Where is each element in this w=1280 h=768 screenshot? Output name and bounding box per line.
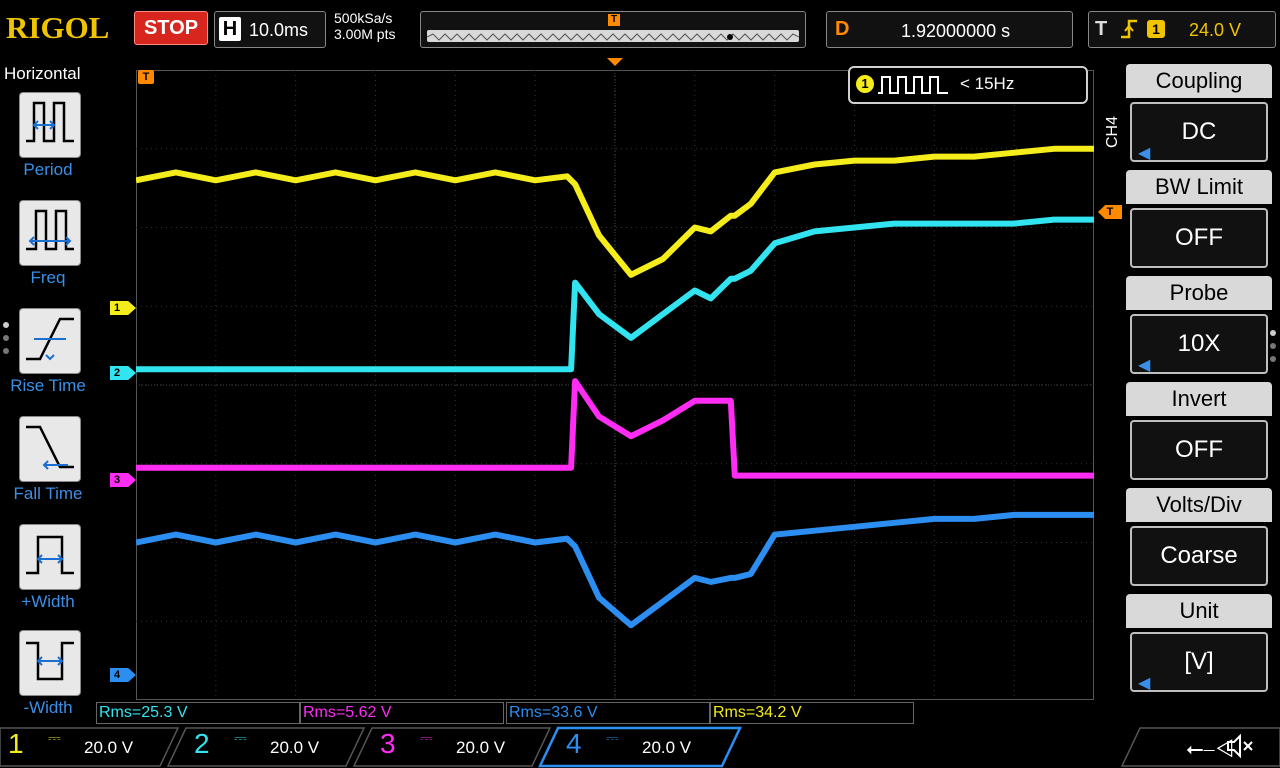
unit-menu[interactable]: Unit ◀ [V] — [1126, 594, 1276, 694]
invert-title: Invert — [1126, 382, 1272, 416]
trigger-position-marker: T — [608, 14, 620, 26]
fall-time-icon — [19, 416, 81, 482]
unit-value[interactable]: ◀ [V] — [1130, 632, 1268, 692]
menu-channel-tag: CH4 — [1104, 115, 1121, 148]
delay-label: D — [835, 18, 850, 40]
probe-title: Probe — [1126, 276, 1272, 310]
period-label: Period — [23, 160, 73, 179]
invert-value[interactable]: OFF — [1130, 420, 1268, 480]
timebase-value: 10.0ms — [249, 20, 309, 40]
measure-rise-time[interactable]: Rise Time — [0, 308, 96, 412]
channel-3-tab[interactable]: 3 ⎓ 20.0 V — [372, 726, 542, 766]
timebase-label: H — [219, 17, 241, 41]
memory-position-bar[interactable]: T — [420, 11, 806, 48]
rise-time-icon — [19, 308, 81, 374]
channel-1-offset-marker[interactable]: 1 — [110, 301, 136, 315]
dc-coupling-icon: ⎓ — [234, 730, 247, 747]
measurement-rms-ch3[interactable]: Rms=5.62 V — [300, 702, 504, 724]
trigger-level-marker[interactable]: T — [1098, 205, 1122, 219]
positive-width-label: +Width — [21, 592, 75, 611]
channel-1-number: 1 — [8, 728, 24, 759]
bw-limit-value[interactable]: OFF — [1130, 208, 1268, 268]
dc-coupling-icon: ⎓ — [48, 730, 61, 747]
rise-time-label: Rise Time — [10, 376, 86, 395]
measure-fall-time[interactable]: Fall Time — [0, 416, 96, 520]
channel-4-offset-marker[interactable]: 4 — [110, 668, 136, 682]
frequency-icon — [19, 200, 81, 266]
trigger-source: 1 — [1147, 20, 1165, 38]
coupling-value[interactable]: ◀ DC — [1130, 102, 1268, 162]
square-wave-icon — [878, 73, 952, 102]
channel-2-offset-marker[interactable]: 2 — [110, 366, 136, 380]
unit-title: Unit — [1126, 594, 1272, 628]
rising-edge-icon — [1119, 17, 1139, 47]
trigger-position-arrow — [607, 58, 623, 66]
memory-preview-wave — [427, 33, 799, 41]
channel-4-scale: 20.0 V — [642, 738, 692, 757]
timebase-box[interactable]: H 10.0ms — [214, 11, 326, 48]
counter-value: < 15Hz — [960, 74, 1015, 93]
trigger-level: 24.0 V — [1189, 20, 1242, 40]
channel-1-scale: 20.0 V — [84, 738, 134, 757]
volts-div-value[interactable]: Coarse — [1130, 526, 1268, 586]
bw-limit-title: BW Limit — [1126, 170, 1272, 204]
measure-positive-width[interactable]: +Width — [0, 524, 96, 628]
volts-div-menu[interactable]: Volts/Div Coarse — [1126, 488, 1276, 588]
measure-period[interactable]: Period — [0, 92, 96, 196]
unit-value-text: [V] — [1184, 648, 1214, 675]
negative-width-icon — [19, 630, 81, 696]
channel-2-scale: 20.0 V — [270, 738, 320, 757]
brand-logo: RIGOL — [6, 10, 110, 45]
channel-4-number: 4 — [566, 728, 582, 759]
measurement-rms-ch1[interactable]: Rms=34.2 V — [710, 702, 914, 724]
trigger-time-marker[interactable]: T — [138, 70, 154, 84]
channel-3-scale: 20.0 V — [456, 738, 506, 757]
measurement-rms-ch2[interactable]: Rms=25.3 V — [96, 702, 300, 724]
left-panel-title: Horizontal — [4, 64, 81, 83]
measure-negative-width[interactable]: -Width — [0, 630, 96, 734]
fall-time-label: Fall Time — [13, 484, 83, 503]
bw-limit-menu[interactable]: BW Limit OFF — [1126, 170, 1276, 270]
coupling-value-text: DC — [1181, 118, 1217, 145]
coupling-title: Coupling — [1126, 64, 1272, 98]
channel-3-number: 3 — [380, 728, 396, 759]
frequency-counter-box[interactable]: 1 < 15Hz — [848, 66, 1088, 104]
graticule — [136, 70, 1094, 700]
trigger-label: T — [1095, 18, 1108, 40]
positive-width-icon — [19, 524, 81, 590]
memory-depth: 3.00M pts — [334, 26, 396, 42]
counter-source: 1 — [856, 75, 874, 93]
trigger-box[interactable]: T 1 24.0 V — [1088, 11, 1276, 48]
measurement-rms-ch4[interactable]: Rms=33.6 V — [506, 702, 710, 724]
waveform-display[interactable] — [136, 70, 1094, 700]
coupling-menu[interactable]: Coupling ◀ DC — [1126, 64, 1276, 164]
volts-div-title: Volts/Div — [1126, 488, 1272, 522]
delay-box[interactable]: D 1.92000000 s — [826, 11, 1073, 48]
measure-frequency[interactable]: Freq — [0, 200, 96, 304]
channel-3-offset-marker[interactable]: 3 — [110, 473, 136, 487]
probe-value-text: 10X — [1177, 330, 1221, 357]
dc-coupling-icon: ⎓ — [606, 730, 619, 747]
channel-2-tab[interactable]: 2 ⎓ 20.0 V — [186, 726, 356, 766]
channel-1-tab[interactable]: 1 ⎓ 20.0 V — [0, 726, 170, 766]
period-icon — [19, 92, 81, 158]
invert-menu[interactable]: Invert OFF — [1126, 382, 1276, 482]
probe-menu[interactable]: Probe ◀ 10X — [1126, 276, 1276, 376]
probe-value[interactable]: ◀ 10X — [1130, 314, 1268, 374]
dc-coupling-icon: ⎓ — [420, 730, 433, 747]
negative-width-label: -Width — [23, 698, 73, 717]
sample-rate: 500kSa/s — [334, 10, 393, 26]
channel-2-number: 2 — [194, 728, 210, 759]
waveform-memory-preview — [427, 30, 799, 42]
acquisition-info: 500kSa/s 3.00M pts — [334, 10, 395, 42]
frequency-label: Freq — [30, 268, 66, 287]
delay-value: 1.92000000 s — [901, 21, 1011, 41]
channel-4-tab[interactable]: 4 ⎓ 20.0 V — [558, 726, 728, 766]
left-arrow-icon: ◀ — [1138, 675, 1151, 692]
run-stop-indicator[interactable]: STOP — [134, 11, 208, 45]
mute-icon[interactable] — [1226, 733, 1256, 763]
